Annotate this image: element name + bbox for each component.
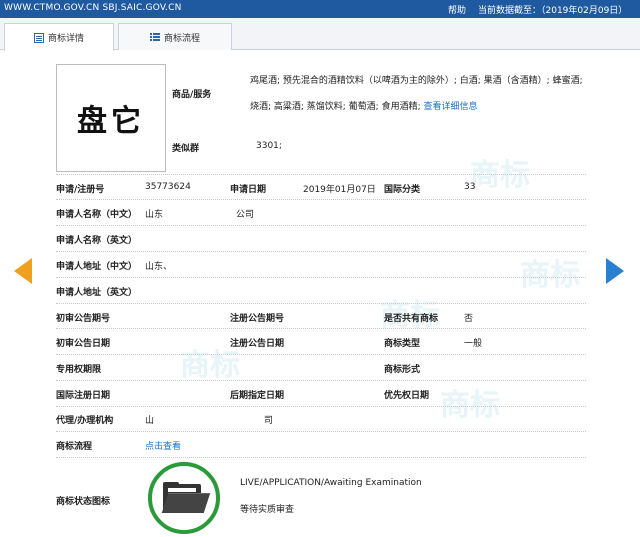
agent-value-suffix: 司 (264, 416, 274, 426)
status-english: LIVE/APPLICATION/Awaiting Examination (240, 478, 422, 488)
divider (56, 303, 586, 304)
tab-trademark-process[interactable]: 商标流程 (118, 23, 232, 50)
divider (56, 199, 586, 200)
site-url: WWW.CTMO.GOV.CN SBJ.SAIC.GOV.CN (4, 3, 182, 13)
prelim-pub-date-label: 初审公告日期 (56, 339, 111, 349)
watermark: 商标 (520, 258, 580, 293)
folder-open-icon (161, 482, 211, 514)
grid-list-icon (149, 32, 160, 42)
detail-panel: 商标 商标 商标 商标 商标 盘它 商品/服务 鸡尾酒; 预先混合的酒精饮料（以… (0, 50, 640, 537)
status-chinese: 等待实质审查 (240, 505, 295, 515)
app-date-value: 2019年01月07日 (303, 185, 376, 195)
intl-class-label: 国际分类 (384, 185, 421, 195)
data-date: 当前数据截至：（2019年02月09日） (478, 6, 628, 16)
divider (56, 431, 586, 432)
priority-date-label: 优先权日期 (384, 391, 430, 401)
similar-group-label: 类似群 (172, 144, 200, 154)
divider (56, 174, 586, 175)
mark-type-label: 商标类型 (384, 339, 421, 349)
exclusive-term-label: 专用权期限 (56, 365, 102, 375)
goods-list: 鸡尾酒; 预先混合的酒精饮料（以啤酒为主的除外）; 白酒; 果酒（含酒精）; 蜂… (250, 68, 590, 120)
divider (56, 225, 586, 226)
divider (56, 328, 586, 329)
applicant-en-label: 申请人名称（英文） (56, 236, 138, 246)
tab-label: 商标详情 (47, 34, 84, 44)
process-label: 商标流程 (56, 442, 93, 452)
trademark-image: 盘它 (56, 64, 166, 172)
status-icon-label: 商标状态图标 (56, 497, 111, 507)
divider (56, 251, 586, 252)
reg-no-label: 申请/注册号 (56, 185, 105, 195)
view-process-link[interactable]: 点击查看 (145, 439, 181, 452)
reg-pub-date-label: 注册公告日期 (230, 339, 285, 349)
top-bar: WWW.CTMO.GOV.CN SBJ.SAIC.GOV.CN 帮助 当前数据截… (0, 0, 640, 18)
intl-class-value: 33 (464, 182, 476, 192)
prelim-pub-no-label: 初审公告期号 (56, 314, 111, 324)
shared-mark-label: 是否共有商标 (384, 314, 439, 324)
trademark-logo-text: 盘它 (77, 104, 145, 139)
similar-group-value: 3301; (256, 141, 282, 151)
divider (56, 354, 586, 355)
mark-form-label: 商标形式 (384, 365, 421, 375)
divider (56, 457, 586, 458)
address-cn-value: 山东、 (145, 262, 173, 272)
watermark: 商标 (440, 388, 500, 423)
divider (56, 380, 586, 381)
tab-bar: 商标详情 商标流程 (0, 18, 640, 51)
later-designation-date-label: 后期指定日期 (230, 391, 285, 401)
tab-trademark-details[interactable]: 商标详情 (4, 23, 114, 51)
applicant-cn-value-suffix: 公司 (236, 210, 255, 220)
chevron-left-icon[interactable] (14, 258, 32, 284)
tab-label: 商标流程 (163, 33, 200, 44)
intl-reg-date-label: 国际注册日期 (56, 391, 111, 401)
divider (56, 406, 586, 407)
chevron-right-icon[interactable] (606, 258, 624, 284)
goods-text: 鸡尾酒; 预先混合的酒精饮料（以啤酒为主的除外）; 白酒; 果酒（含酒精）; 蜂… (250, 76, 583, 112)
agent-label: 代理/办理机构 (56, 416, 114, 426)
reg-no-value: 35773624 (145, 182, 191, 192)
divider (56, 277, 586, 278)
applicant-cn-label: 申请人名称（中文） (56, 210, 138, 220)
address-en-label: 申请人地址（英文） (56, 288, 138, 298)
view-details-link[interactable]: 查看详细信息 (423, 102, 477, 112)
address-cn-label: 申请人地址（中文） (56, 262, 138, 272)
goods-label: 商品/服务 (172, 90, 212, 100)
shared-mark-value: 否 (464, 314, 474, 324)
help-link[interactable]: 帮助 (448, 3, 466, 16)
applicant-cn-value: 山东 (145, 210, 164, 220)
mark-type-value: 一般 (464, 339, 483, 349)
agent-value: 山 (145, 416, 155, 426)
watermark: 商标 (470, 158, 530, 193)
list-icon (33, 32, 44, 43)
app-date-label: 申请日期 (230, 185, 267, 195)
status-icon (148, 462, 220, 534)
reg-pub-no-label: 注册公告期号 (230, 314, 285, 324)
